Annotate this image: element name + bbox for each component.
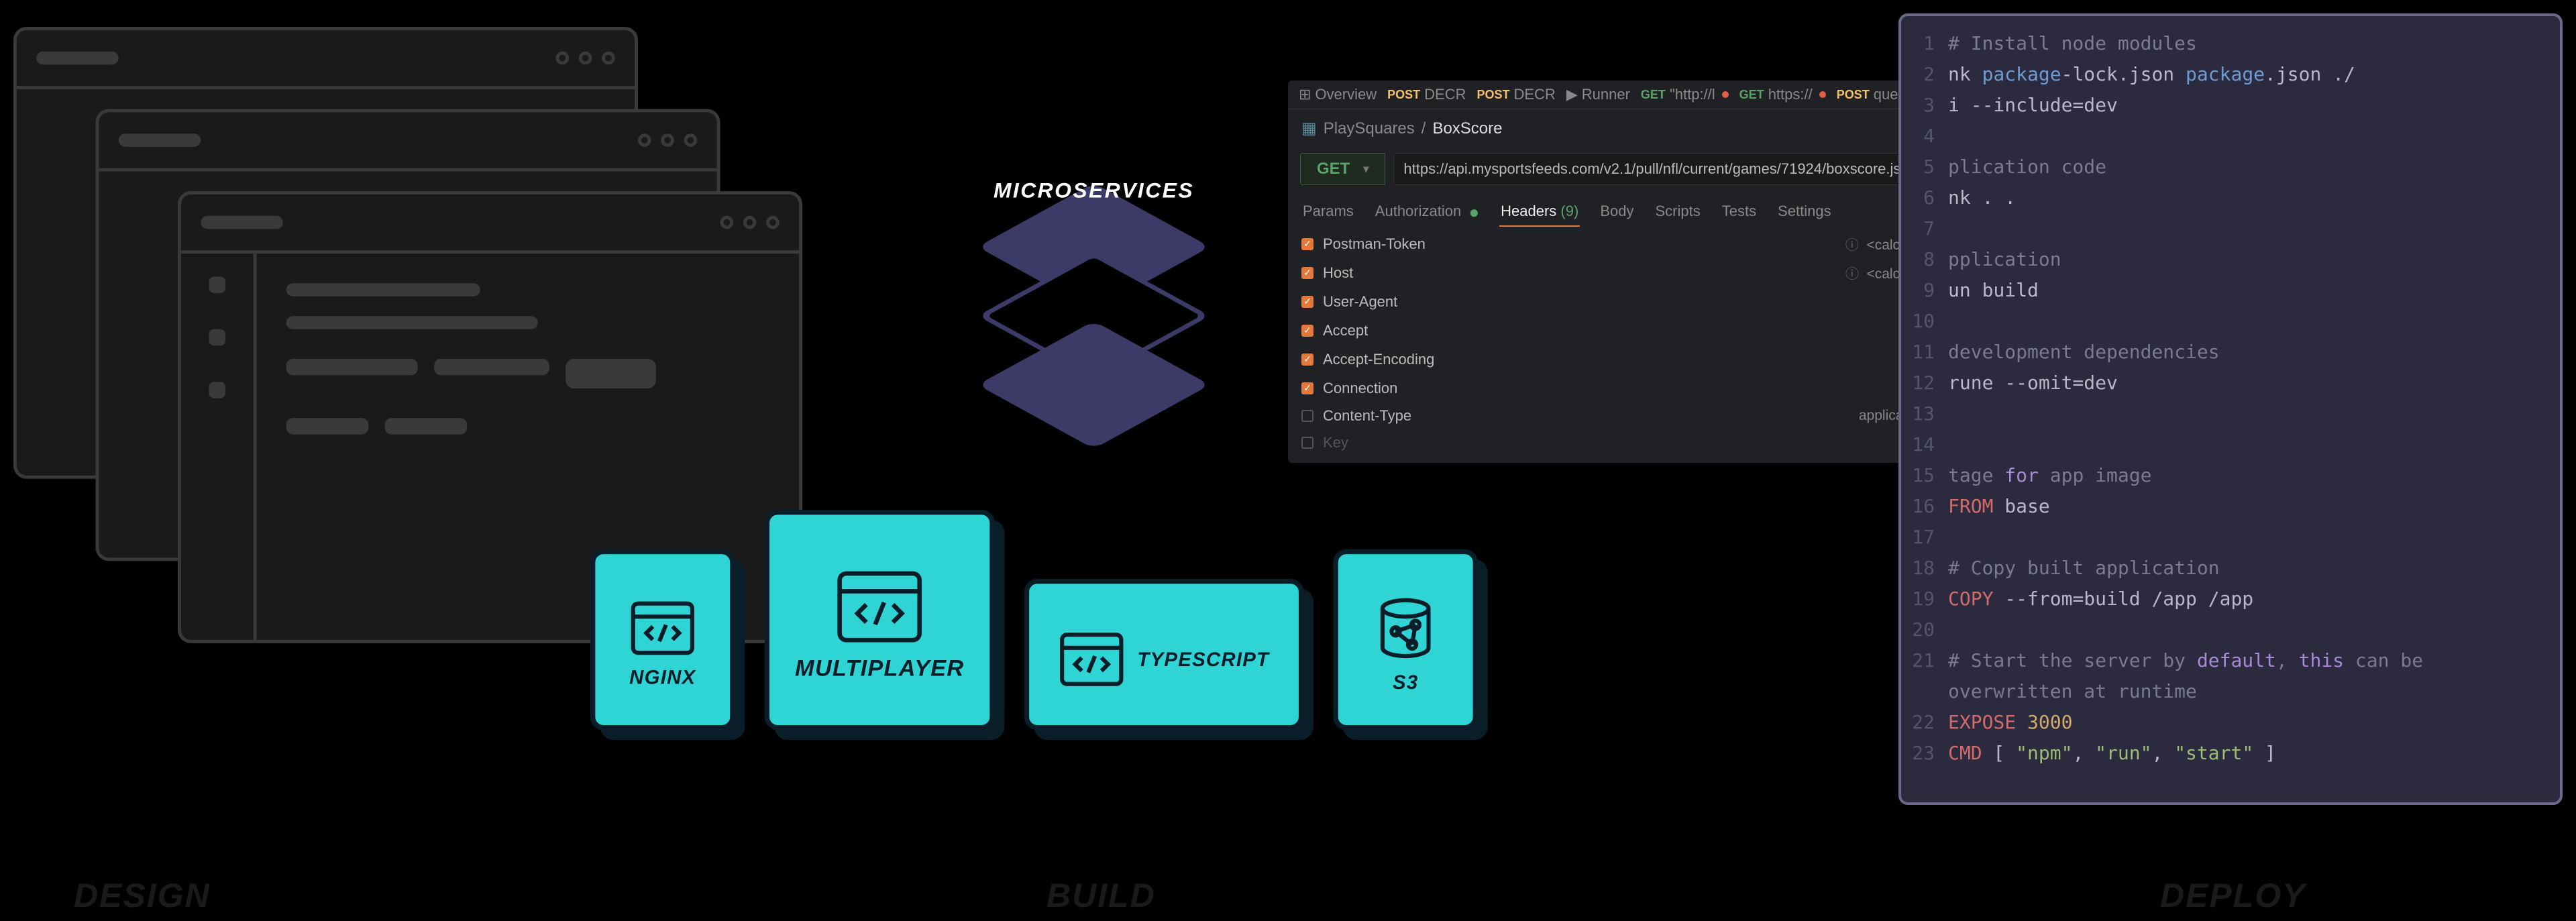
code-line: 19COPY --from=build /app /app — [1908, 584, 2553, 614]
browser-code-icon — [1059, 631, 1124, 687]
browser-code-icon — [630, 600, 696, 656]
code-line: 7 — [1908, 213, 2553, 244]
code-line: 9un build — [1908, 275, 2553, 306]
microservices-diagram: MICROSERVICES — [946, 181, 1242, 428]
browser-code-icon — [835, 569, 924, 645]
subtab-scripts[interactable]: Scripts — [1654, 197, 1701, 227]
checkbox[interactable] — [1301, 410, 1313, 422]
code-line: 15tage for app image — [1908, 460, 2553, 491]
code-line: 13 — [1908, 398, 2553, 429]
code-line: 6nk . . — [1908, 182, 2553, 213]
info-icon: ⓘ — [1845, 238, 1863, 253]
code-line: 21# Start the server by default, this ca… — [1908, 645, 2553, 676]
code-line: 20 — [1908, 614, 2553, 645]
info-icon: ⓘ — [1845, 267, 1863, 282]
header-key-input[interactable]: Key — [1323, 434, 1524, 451]
code-line: 11development dependencies — [1908, 337, 2553, 368]
database-icon — [1373, 595, 1438, 661]
header-key[interactable]: Postman-Token — [1323, 235, 1524, 253]
breadcrumb-workspace[interactable]: PlaySquares — [1324, 119, 1415, 138]
request-tab[interactable]: POST DECR — [1387, 86, 1466, 103]
request-tab[interactable]: GET "http://l — [1641, 86, 1729, 103]
runner-tab[interactable]: ▶ Runner — [1566, 86, 1630, 103]
header-key[interactable]: Host — [1323, 264, 1524, 282]
microservices-label: MICROSERVICES — [994, 178, 1194, 203]
code-line: 10 — [1908, 306, 2553, 337]
checkbox[interactable]: ✓ — [1301, 267, 1313, 279]
service-cards-row: NGINX MULTIPLAYER TYPESCRIPT S3 — [590, 510, 1478, 730]
section-build: BUILD — [1046, 876, 1156, 915]
header-key[interactable]: Connection — [1323, 380, 1524, 397]
header-key[interactable]: Content-Type — [1323, 407, 1524, 425]
code-editor: 1# Install node modules2nk package-lock.… — [1898, 13, 2563, 805]
request-tab[interactable]: POST DECR — [1477, 86, 1555, 103]
code-line: 22EXPOSE 3000 — [1908, 707, 2553, 738]
code-line: 1# Install node modules — [1908, 28, 2553, 59]
breadcrumb-current: BoxScore — [1432, 119, 1502, 138]
request-tab[interactable]: GET https:// — [1739, 86, 1826, 103]
subtab-headers[interactable]: Headers (9) — [1499, 197, 1580, 227]
service-card-typescript: TYPESCRIPT — [1024, 579, 1304, 730]
code-line: 17 — [1908, 522, 2553, 553]
subtab-body[interactable]: Body — [1599, 197, 1635, 227]
overview-tab[interactable]: ⊞ Overview — [1299, 86, 1377, 103]
code-line: 23CMD [ "npm", "run", "start" ] — [1908, 738, 2553, 769]
code-line: 18# Copy built application — [1908, 553, 2553, 584]
checkbox[interactable]: ✓ — [1301, 382, 1313, 394]
header-key[interactable]: Accept — [1323, 322, 1524, 339]
code-line: overwritten at runtime — [1908, 676, 2553, 707]
subtab-authorization[interactable]: Authorization ● — [1374, 197, 1481, 227]
card-label: NGINX — [629, 666, 696, 689]
http-method-select[interactable]: GET▾ — [1300, 153, 1385, 185]
subtab-params[interactable]: Params — [1301, 197, 1355, 227]
workspace-icon: ▦ — [1301, 119, 1317, 138]
code-line: 12rune --omit=dev — [1908, 368, 2553, 398]
service-card-s3: S3 — [1333, 549, 1478, 730]
header-key[interactable]: Accept-Encoding — [1323, 351, 1524, 368]
service-card-nginx: NGINX — [590, 549, 735, 730]
card-label: TYPESCRIPT — [1137, 648, 1269, 671]
code-line: 3i --include=dev — [1908, 90, 2553, 121]
subtab-settings[interactable]: Settings — [1776, 197, 1833, 227]
section-deploy: DEPLOY — [2160, 876, 2306, 915]
service-card-multiplayer: MULTIPLAYER — [765, 510, 995, 730]
code-line: 2nk package-lock.json package.json ./ — [1908, 59, 2553, 90]
code-line: 5plication code — [1908, 152, 2553, 182]
header-key[interactable]: User-Agent — [1323, 293, 1524, 311]
checkbox[interactable]: ✓ — [1301, 325, 1313, 337]
checkbox[interactable]: ✓ — [1301, 238, 1313, 250]
checkbox[interactable]: ✓ — [1301, 296, 1313, 308]
code-line: 4 — [1908, 121, 2553, 152]
code-line: 16FROM base — [1908, 491, 2553, 522]
code-line: 14 — [1908, 429, 2553, 460]
card-label: MULTIPLAYER — [795, 655, 964, 681]
checkbox[interactable]: ✓ — [1301, 354, 1313, 366]
section-design: DESIGN — [74, 876, 211, 915]
code-line: 8pplication — [1908, 244, 2553, 275]
card-label: S3 — [1393, 671, 1418, 694]
checkbox[interactable] — [1301, 437, 1313, 449]
subtab-tests[interactable]: Tests — [1721, 197, 1758, 227]
